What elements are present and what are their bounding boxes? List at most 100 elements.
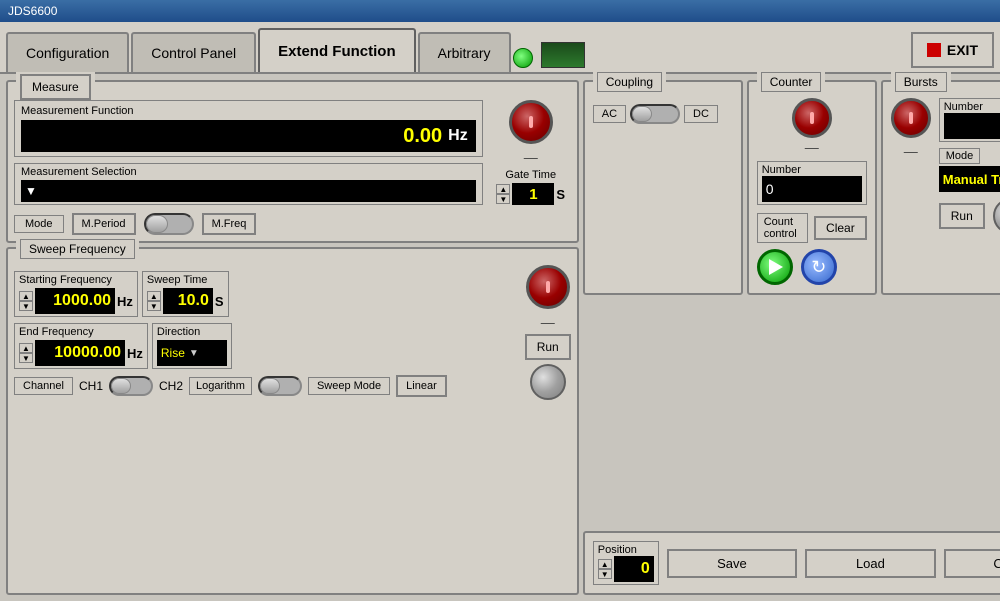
counter-number-section: Number 0	[757, 161, 867, 205]
counter-refresh-button[interactable]: ↻	[801, 249, 837, 285]
direction-field: Rise ▼	[157, 340, 227, 366]
status-indicator	[513, 48, 533, 68]
bursts-number-label: Number	[944, 101, 1000, 113]
counter-number-label: Number	[762, 164, 862, 176]
counter-knob-minus: —	[805, 139, 819, 155]
end-freq-up[interactable]: ▲	[19, 343, 33, 353]
measure-panel: Measure Measurement Function 0.00 Hz	[6, 80, 579, 243]
starting-freq-unit: Hz	[117, 294, 133, 309]
gate-time-value[interactable]: 1	[512, 183, 554, 205]
coupling-panel-title: Coupling	[593, 72, 666, 92]
dc-button[interactable]: DC	[684, 105, 718, 123]
coupling-toggle-row: AC DC	[593, 104, 733, 124]
measurement-function-label: Measurement Function	[21, 105, 476, 117]
measurement-selection-label: Measurement Selection	[21, 166, 476, 178]
measure-power-knob[interactable]	[509, 100, 553, 144]
ac-button[interactable]: AC	[593, 105, 626, 123]
sweep-power-area: — Run	[525, 265, 571, 400]
measurement-selection-dropdown[interactable]: ▼	[21, 180, 476, 202]
end-freq-unit: Hz	[127, 346, 143, 361]
bursts-mode-section: Mode Manual Trig ▼	[939, 148, 1000, 192]
count-control-row: Count control Clear	[757, 213, 867, 243]
bursts-silver-knob[interactable]	[993, 198, 1000, 234]
bursts-run-button[interactable]: Run	[939, 203, 985, 229]
sweep-mode-toggle[interactable]	[258, 376, 302, 396]
logarithm-label: Logarithm	[189, 377, 252, 395]
counter-panel: Counter — Number 0	[747, 80, 877, 295]
counter-action-row: ↻	[757, 249, 867, 285]
starting-freq-field: ▲ ▼ 1000.00 Hz	[19, 288, 133, 314]
tab-extend-function[interactable]: Extend Function	[258, 28, 416, 72]
bursts-power-knob[interactable]	[891, 98, 931, 138]
sweep-time-down[interactable]: ▼	[147, 301, 161, 311]
bursts-panel-title: Bursts	[891, 72, 951, 92]
position-clear-button[interactable]: Clear	[944, 549, 1000, 578]
starting-freq-value: 1000.00	[53, 292, 111, 310]
end-freq-row: End Frequency ▲ ▼ 10000.00 Hz	[14, 323, 447, 369]
load-button[interactable]: Load	[805, 549, 935, 578]
position-up[interactable]: ▲	[598, 559, 612, 569]
right-panel: Coupling AC DC Counter —	[583, 80, 1000, 595]
titlebar: JDS6600	[0, 0, 1000, 22]
sweep-power-knob[interactable]	[526, 265, 570, 309]
tab-configuration[interactable]: Configuration	[6, 32, 129, 72]
sweep-panel-title: Sweep Frequency	[16, 239, 139, 259]
sweep-time-unit: S	[215, 294, 224, 309]
direction-value: Rise	[161, 346, 185, 360]
position-down[interactable]: ▼	[598, 569, 612, 579]
counter-label: Counter	[761, 72, 822, 92]
end-freq-label: End Frequency	[19, 326, 143, 338]
exit-red-icon	[927, 43, 941, 57]
starting-freq-up[interactable]: ▲	[19, 291, 33, 301]
counter-play-button[interactable]	[757, 249, 793, 285]
gate-time-label: Gate Time	[496, 169, 565, 181]
sweep-time-field: ▲ ▼ 10.0 S	[147, 288, 224, 314]
bursts-panel: Bursts — Number	[881, 80, 1000, 295]
starting-freq-label: Starting Frequency	[19, 274, 133, 286]
count-control-label: Count control	[757, 213, 808, 243]
exit-button[interactable]: EXIT	[911, 32, 994, 68]
end-freq-group: End Frequency ▲ ▼ 10000.00 Hz	[14, 323, 148, 369]
spacer	[583, 299, 1000, 527]
direction-group: Direction Rise ▼	[152, 323, 232, 369]
measure-button[interactable]: Measure	[20, 74, 91, 100]
bursts-mode-dropdown[interactable]: Manual Trig ▼	[939, 166, 1000, 192]
position-field: ▲ ▼ 0	[598, 556, 654, 582]
tab-arbitrary[interactable]: Arbitrary	[418, 32, 511, 72]
tab-control-panel[interactable]: Control Panel	[131, 32, 256, 72]
counter-clear-button[interactable]: Clear	[814, 216, 867, 240]
bursts-run-row: Run	[939, 198, 1000, 234]
mode-label: Mode	[14, 215, 64, 233]
end-freq-value: 10000.00	[54, 344, 121, 362]
left-panel: Measure Measurement Function 0.00 Hz	[6, 80, 579, 595]
sweep-time-lcd: 10.0	[163, 288, 213, 314]
mode-toggle[interactable]	[144, 213, 194, 235]
linear-button[interactable]: Linear	[396, 375, 447, 397]
counter-power-knob[interactable]	[792, 98, 832, 138]
gate-time-down[interactable]: ▼	[496, 194, 510, 204]
sweep-run-button[interactable]: Run	[525, 334, 571, 360]
gate-time-up[interactable]: ▲	[496, 184, 510, 194]
bursts-mode-label: Mode	[939, 148, 981, 164]
m-freq-button[interactable]: M.Freq	[202, 213, 257, 235]
sweep-panel: Sweep Frequency — Run Starting Frequency…	[6, 247, 579, 595]
ch1-toggle-handle	[111, 378, 131, 394]
starting-freq-down[interactable]: ▼	[19, 301, 33, 311]
m-period-button[interactable]: M.Period	[72, 213, 136, 235]
end-freq-field: ▲ ▼ 10000.00 Hz	[19, 340, 143, 366]
counter-number-box: Number 0	[757, 161, 867, 205]
signal-display	[541, 42, 585, 68]
coupling-toggle[interactable]	[630, 104, 680, 124]
starting-freq-row: Starting Frequency ▲ ▼ 1000.00 Hz	[14, 271, 447, 317]
sweep-silver-knob[interactable]	[530, 364, 566, 400]
bursts-inner: — Number 5 OK	[891, 98, 1000, 234]
end-freq-down[interactable]: ▼	[19, 353, 33, 363]
end-freq-lcd: 10000.00	[35, 340, 125, 366]
gate-time-unit: S	[556, 187, 565, 202]
measure-panel-title: Measure	[16, 72, 95, 100]
save-button[interactable]: Save	[667, 549, 797, 578]
sweep-time-up[interactable]: ▲	[147, 291, 161, 301]
direction-dropdown[interactable]: Rise ▼	[157, 340, 227, 366]
ch1-toggle[interactable]	[109, 376, 153, 396]
direction-arrow: ▼	[189, 348, 199, 359]
